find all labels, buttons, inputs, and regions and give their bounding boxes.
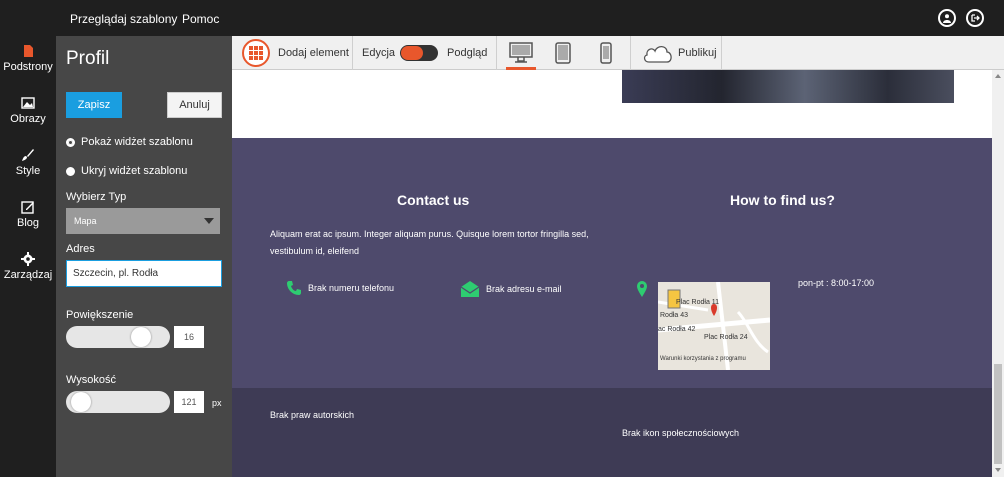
height-unit: px (212, 398, 222, 408)
phone-item: Brak numeru telefonu (286, 280, 394, 296)
radio-selected-icon (66, 137, 75, 147)
contact-section: Contact us How to find us? Aliquam erat … (232, 138, 992, 388)
nav-help[interactable]: Pomoc (182, 12, 219, 26)
type-select[interactable]: Mapa (66, 208, 220, 234)
toolbar-divider (630, 36, 631, 70)
zoom-slider[interactable] (66, 326, 170, 348)
email-item: Brak adresu e-mail (460, 280, 562, 298)
user-icon[interactable] (938, 9, 956, 27)
radio-label: Pokaż widżet szablonu (81, 136, 193, 148)
scrollbar-thumb[interactable] (994, 364, 1002, 464)
radio-show-widget[interactable]: Pokaż widżet szablonu (66, 136, 193, 148)
zoom-slider-handle[interactable] (130, 327, 151, 347)
type-label: Wybierz Typ (66, 191, 127, 203)
height-value[interactable]: 121 (174, 391, 204, 413)
rail-item-obrazy[interactable]: Obrazy (0, 96, 56, 125)
rail-item-style[interactable]: Style (0, 148, 56, 177)
type-select-value: Mapa (74, 216, 97, 226)
add-element-button[interactable]: Dodaj element (278, 47, 349, 59)
gear-icon (21, 252, 35, 266)
location-map[interactable]: Plac Rodła 11 Rodła 43 ac Rodła 42 Plac … (658, 282, 770, 370)
social-icons-text: Brak ikon społecznościowych (622, 428, 740, 438)
grid-icon[interactable] (242, 39, 270, 67)
image-icon (21, 97, 35, 109)
panel-title: Profil (66, 48, 110, 69)
map-label: ac Rodła 42 (658, 326, 696, 333)
radio-hide-widget[interactable]: Ukryj widżet szablonu (66, 165, 187, 177)
cancel-button[interactable]: Anuluj (167, 92, 222, 118)
preview-mode-label: Podgląd (447, 47, 488, 59)
rail-item-podstrony[interactable]: Podstrony (0, 44, 56, 73)
publish-button[interactable]: Publikuj (678, 47, 717, 59)
contact-heading: Contact us (397, 192, 470, 208)
map-pin-icon (636, 280, 648, 303)
nav-browse-templates[interactable]: Przeglądaj szablony (70, 12, 177, 26)
page-preview: Contact us How to find us? Aliquam erat … (232, 70, 992, 477)
map-label: Plac Rodła 24 (704, 334, 748, 341)
scroll-up-icon[interactable] (995, 74, 1001, 78)
toolbar-divider (721, 36, 722, 70)
rail-label: Zarządzaj (3, 269, 53, 281)
edit-preview-toggle[interactable] (400, 45, 438, 61)
page-icon (24, 45, 33, 57)
email-icon (460, 281, 480, 297)
top-bar: Przeglądaj szablony Pomoc (0, 0, 1004, 36)
edit-icon (21, 201, 34, 214)
contact-paragraph: Aliquam erat ac ipsum. Integer aliquam p… (270, 229, 589, 256)
map-terms-link[interactable]: Warunki korzystania z programu (660, 356, 746, 362)
editor-toolbar: Dodaj element Edycja Podgląd Publikuj (232, 36, 1004, 70)
rail-label: Podstrony (3, 61, 53, 73)
toggle-knob (401, 46, 423, 60)
find-us-heading: How to find us? (730, 192, 835, 208)
editor-window: Przeglądaj szablony Pomoc Podstrony Obra… (0, 0, 1004, 477)
mobile-icon[interactable] (600, 42, 612, 67)
tablet-icon[interactable] (555, 42, 571, 67)
radio-label: Ukryj widżet szablonu (81, 165, 188, 177)
height-label: Wysokość (66, 374, 117, 386)
rail-label: Obrazy (10, 113, 46, 125)
email-text: Brak adresu e-mail (486, 284, 562, 294)
rail-item-zarzadzaj[interactable]: Zarządzaj (0, 252, 56, 281)
address-label: Adres (66, 243, 95, 255)
rail-label: Style (15, 165, 41, 177)
edit-mode-label: Edycja (362, 47, 396, 59)
phone-icon (287, 281, 301, 295)
map-label: Plac Rodła 11 (676, 299, 720, 306)
zoom-value[interactable]: 16 (174, 326, 204, 348)
chevron-down-icon (204, 218, 214, 224)
height-slider-handle[interactable] (71, 392, 92, 412)
brush-icon (22, 149, 34, 161)
zoom-label: Powiększenie (66, 309, 134, 321)
address-input[interactable]: Szczecin, pl. Rodła (66, 260, 222, 287)
rail-label: Blog (16, 217, 40, 229)
left-rail: Podstrony Obrazy Style Blog Zarządzaj (0, 36, 56, 477)
logout-icon[interactable] (966, 9, 984, 27)
copyright-text: Brak praw autorskich (270, 410, 355, 420)
scroll-down-icon[interactable] (995, 468, 1001, 472)
save-button[interactable]: Zapisz (66, 92, 122, 118)
map-label: Rodła 43 (660, 312, 689, 319)
header-photo (622, 70, 954, 103)
radio-unselected-icon (66, 166, 75, 176)
footer-bottom: Brak praw autorskich Brak ikon społeczno… (232, 388, 992, 477)
rail-item-blog[interactable]: Blog (0, 200, 56, 229)
height-slider[interactable] (66, 391, 170, 413)
desktop-icon[interactable] (506, 40, 536, 70)
cloud-icon (642, 43, 674, 66)
settings-panel: Profil Zapisz Anuluj Pokaż widżet szablo… (56, 36, 232, 477)
phone-text: Brak numeru telefonu (308, 283, 395, 293)
toolbar-divider (496, 36, 497, 70)
toolbar-divider (352, 36, 353, 70)
preview-scrollbar[interactable] (992, 70, 1004, 477)
opening-hours: pon-pt : 8:00-17:00 (798, 278, 875, 288)
